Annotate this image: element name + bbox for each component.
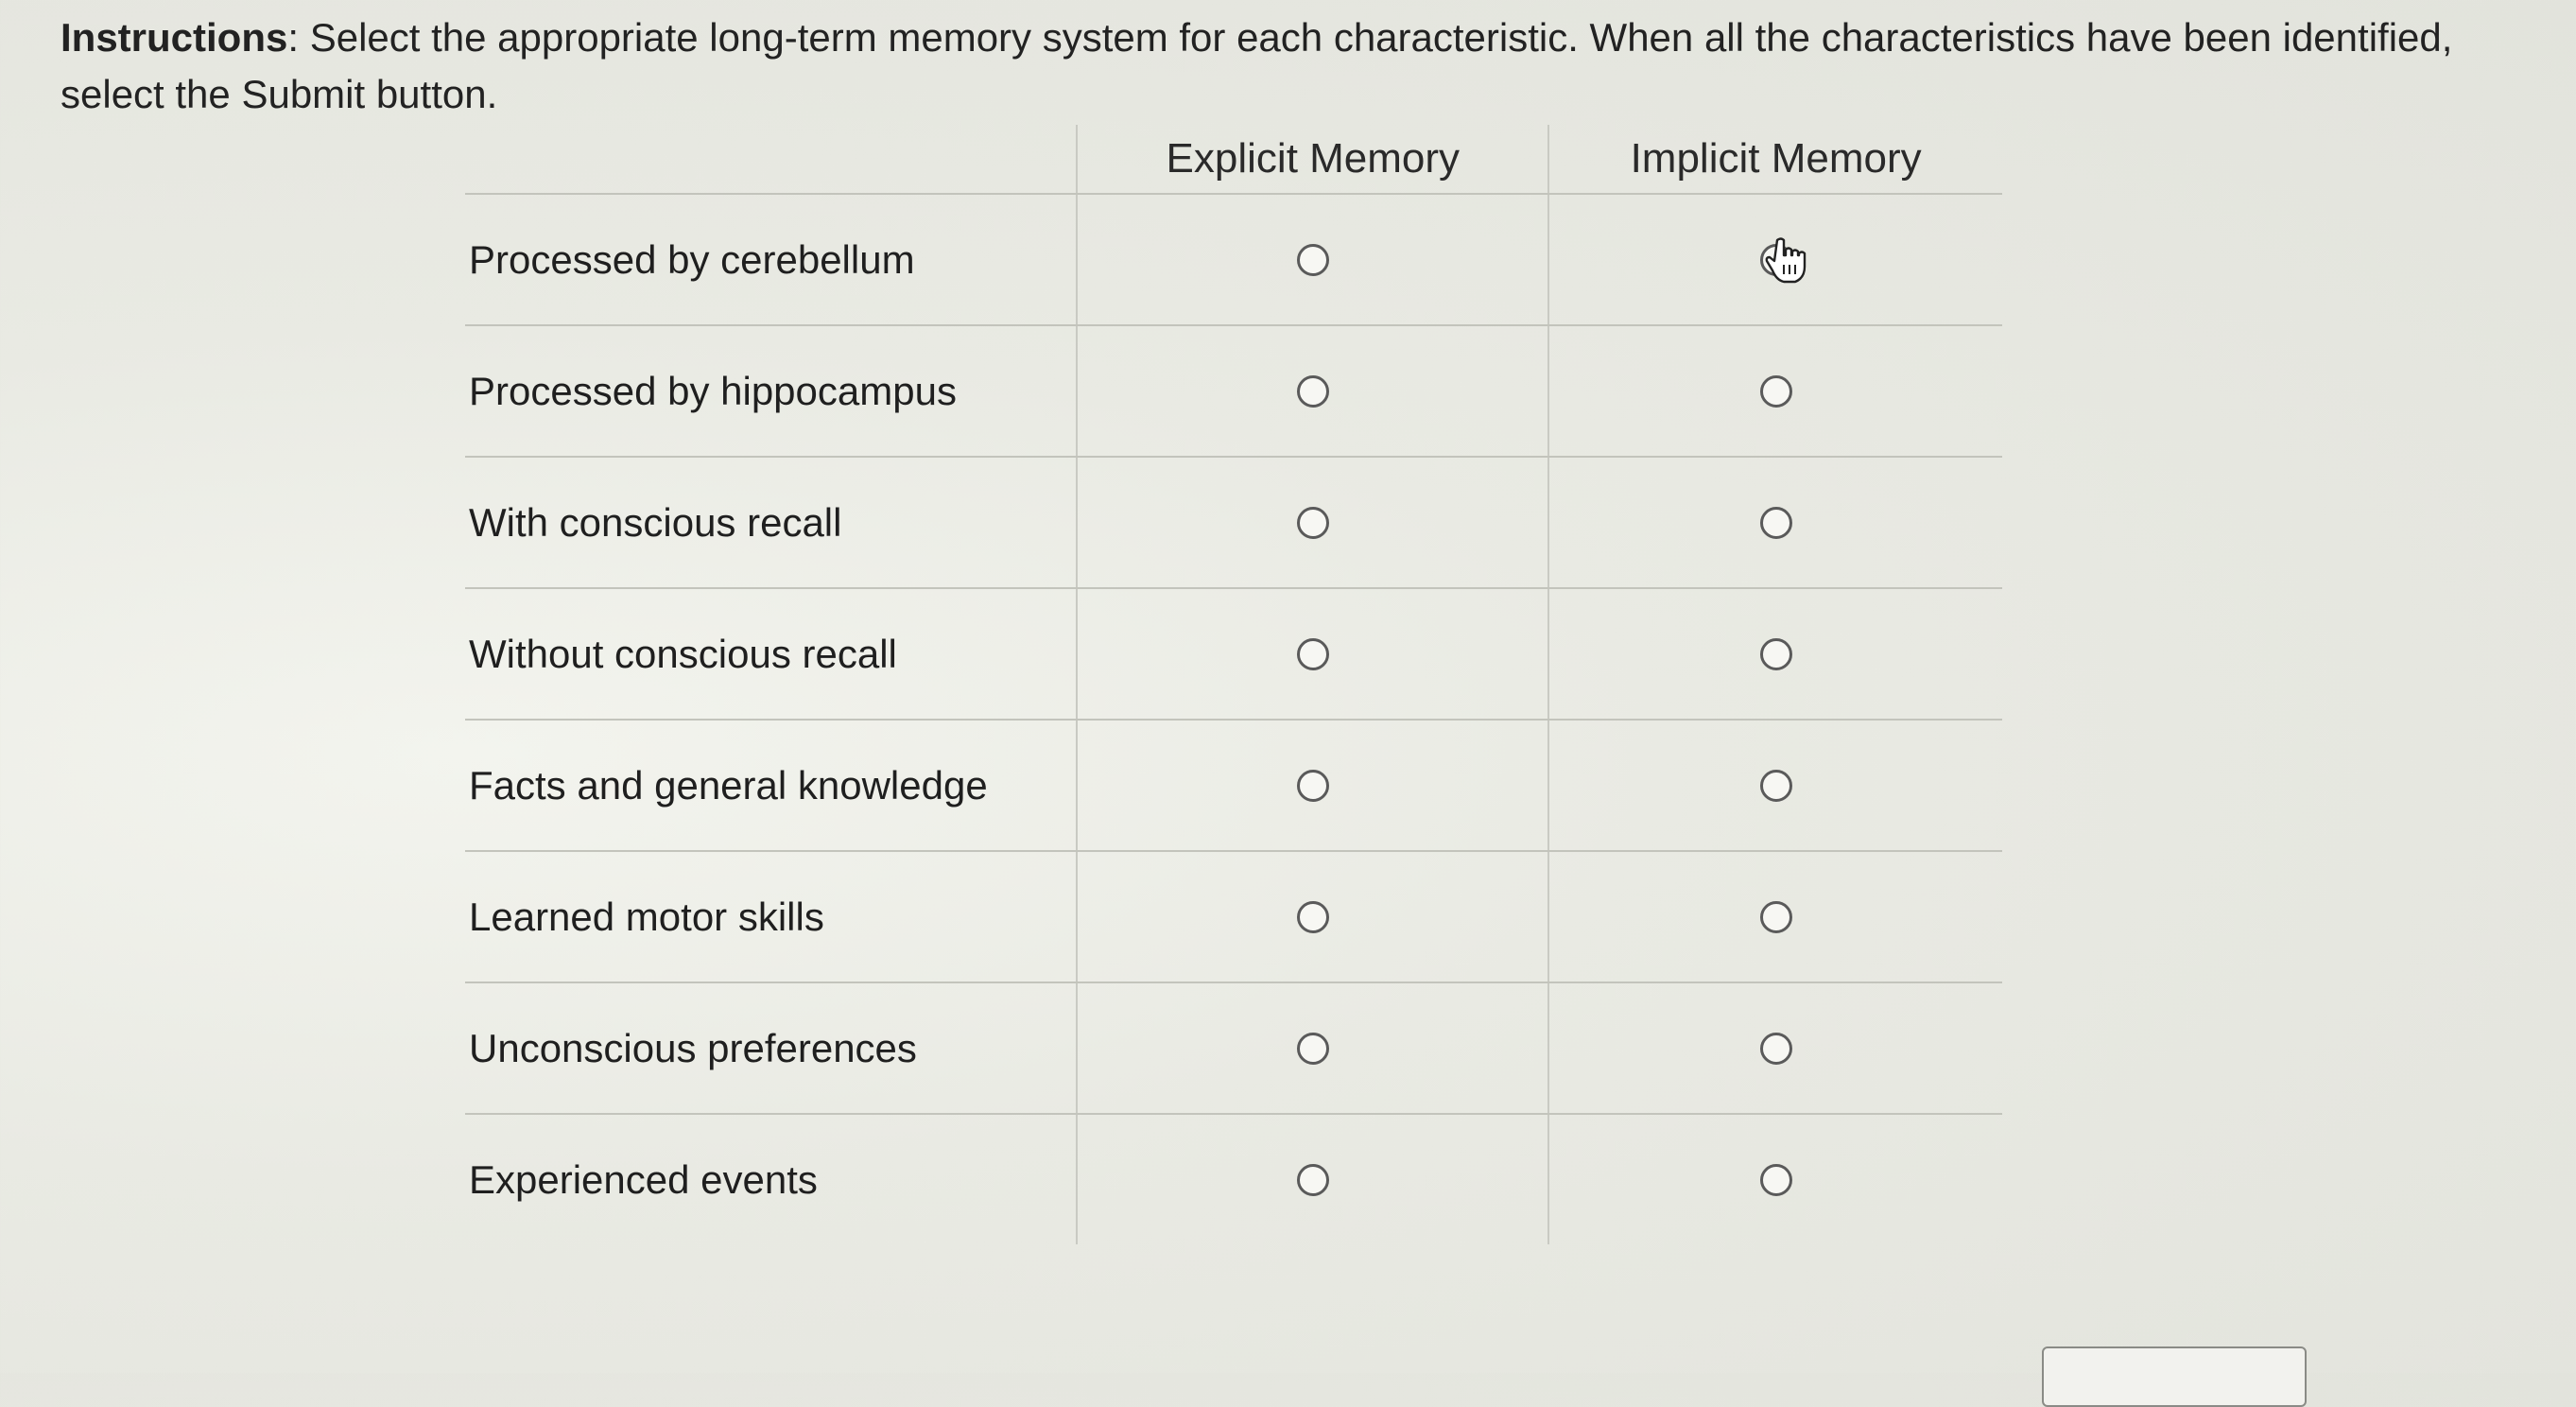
implicit-radio-button[interactable] (1759, 1163, 1792, 1196)
row-label: Processed by cerebellum (469, 236, 915, 282)
explicit-cell (1076, 1115, 1547, 1244)
header-row: Explicit Memory Implicit Memory (465, 125, 2002, 193)
instructions-text: Instructions: Select the appropriate lon… (61, 9, 2518, 123)
explicit-cell (1076, 983, 1547, 1113)
implicit-cell (1547, 195, 2002, 324)
implicit-cell (1547, 852, 2002, 981)
implicit-radio-button[interactable] (1759, 1032, 1792, 1065)
row-label: Unconscious preferences (469, 1025, 917, 1070)
explicit-cell (1076, 458, 1547, 587)
explicit-cell (1076, 589, 1547, 719)
header-spacer (465, 125, 1076, 193)
submit-button[interactable] (2042, 1346, 2307, 1407)
explicit-radio-button[interactable] (1296, 1163, 1329, 1196)
explicit-radio-button[interactable] (1296, 374, 1329, 408)
explicit-radio-button[interactable] (1296, 637, 1329, 670)
table-row: Processed by cerebellum (465, 193, 2002, 324)
implicit-radio-button[interactable] (1759, 637, 1792, 670)
implicit-radio-button[interactable] (1759, 374, 1792, 408)
implicit-cell (1547, 1115, 2002, 1244)
instructions-label: Instructions (61, 15, 288, 60)
implicit-cell (1547, 983, 2002, 1113)
explicit-radio-button[interactable] (1296, 506, 1329, 539)
implicit-cell (1547, 458, 2002, 587)
table-row: Processed by hippocampus (465, 324, 2002, 456)
column-header-implicit: Implicit Memory (1547, 125, 2002, 193)
row-label: Without conscious recall (469, 631, 897, 676)
explicit-radio-button[interactable] (1296, 769, 1329, 802)
explicit-radio-button[interactable] (1296, 243, 1329, 276)
explicit-radio-button[interactable] (1296, 900, 1329, 933)
row-label: Experienced events (469, 1156, 818, 1202)
row-label: With conscious recall (469, 499, 842, 545)
hand-pointer-icon (1765, 236, 1806, 283)
implicit-radio-button[interactable] (1759, 506, 1792, 539)
explicit-cell (1076, 852, 1547, 981)
row-label: Processed by hippocampus (469, 368, 957, 413)
explicit-radio-button[interactable] (1296, 1032, 1329, 1065)
implicit-cell (1547, 589, 2002, 719)
memory-classification-grid: Explicit Memory Implicit Memory Processe… (465, 125, 2002, 1244)
table-row: Unconscious preferences (465, 981, 2002, 1113)
explicit-cell (1076, 721, 1547, 850)
implicit-radio-button[interactable] (1759, 900, 1792, 933)
implicit-radio-button[interactable] (1759, 769, 1792, 802)
table-row: Learned motor skills (465, 850, 2002, 981)
table-row: Experienced events (465, 1113, 2002, 1244)
explicit-cell (1076, 195, 1547, 324)
implicit-cell (1547, 326, 2002, 456)
table-row: Facts and general knowledge (465, 719, 2002, 850)
explicit-cell (1076, 326, 1547, 456)
row-label: Learned motor skills (469, 894, 824, 939)
implicit-radio-wrapper (1759, 236, 1806, 283)
column-header-explicit: Explicit Memory (1076, 125, 1547, 193)
implicit-cell (1547, 721, 2002, 850)
table-row: With conscious recall (465, 456, 2002, 587)
instructions-body: : Select the appropriate long-term memor… (61, 15, 2453, 116)
row-label: Facts and general knowledge (469, 762, 988, 808)
table-row: Without conscious recall (465, 587, 2002, 719)
